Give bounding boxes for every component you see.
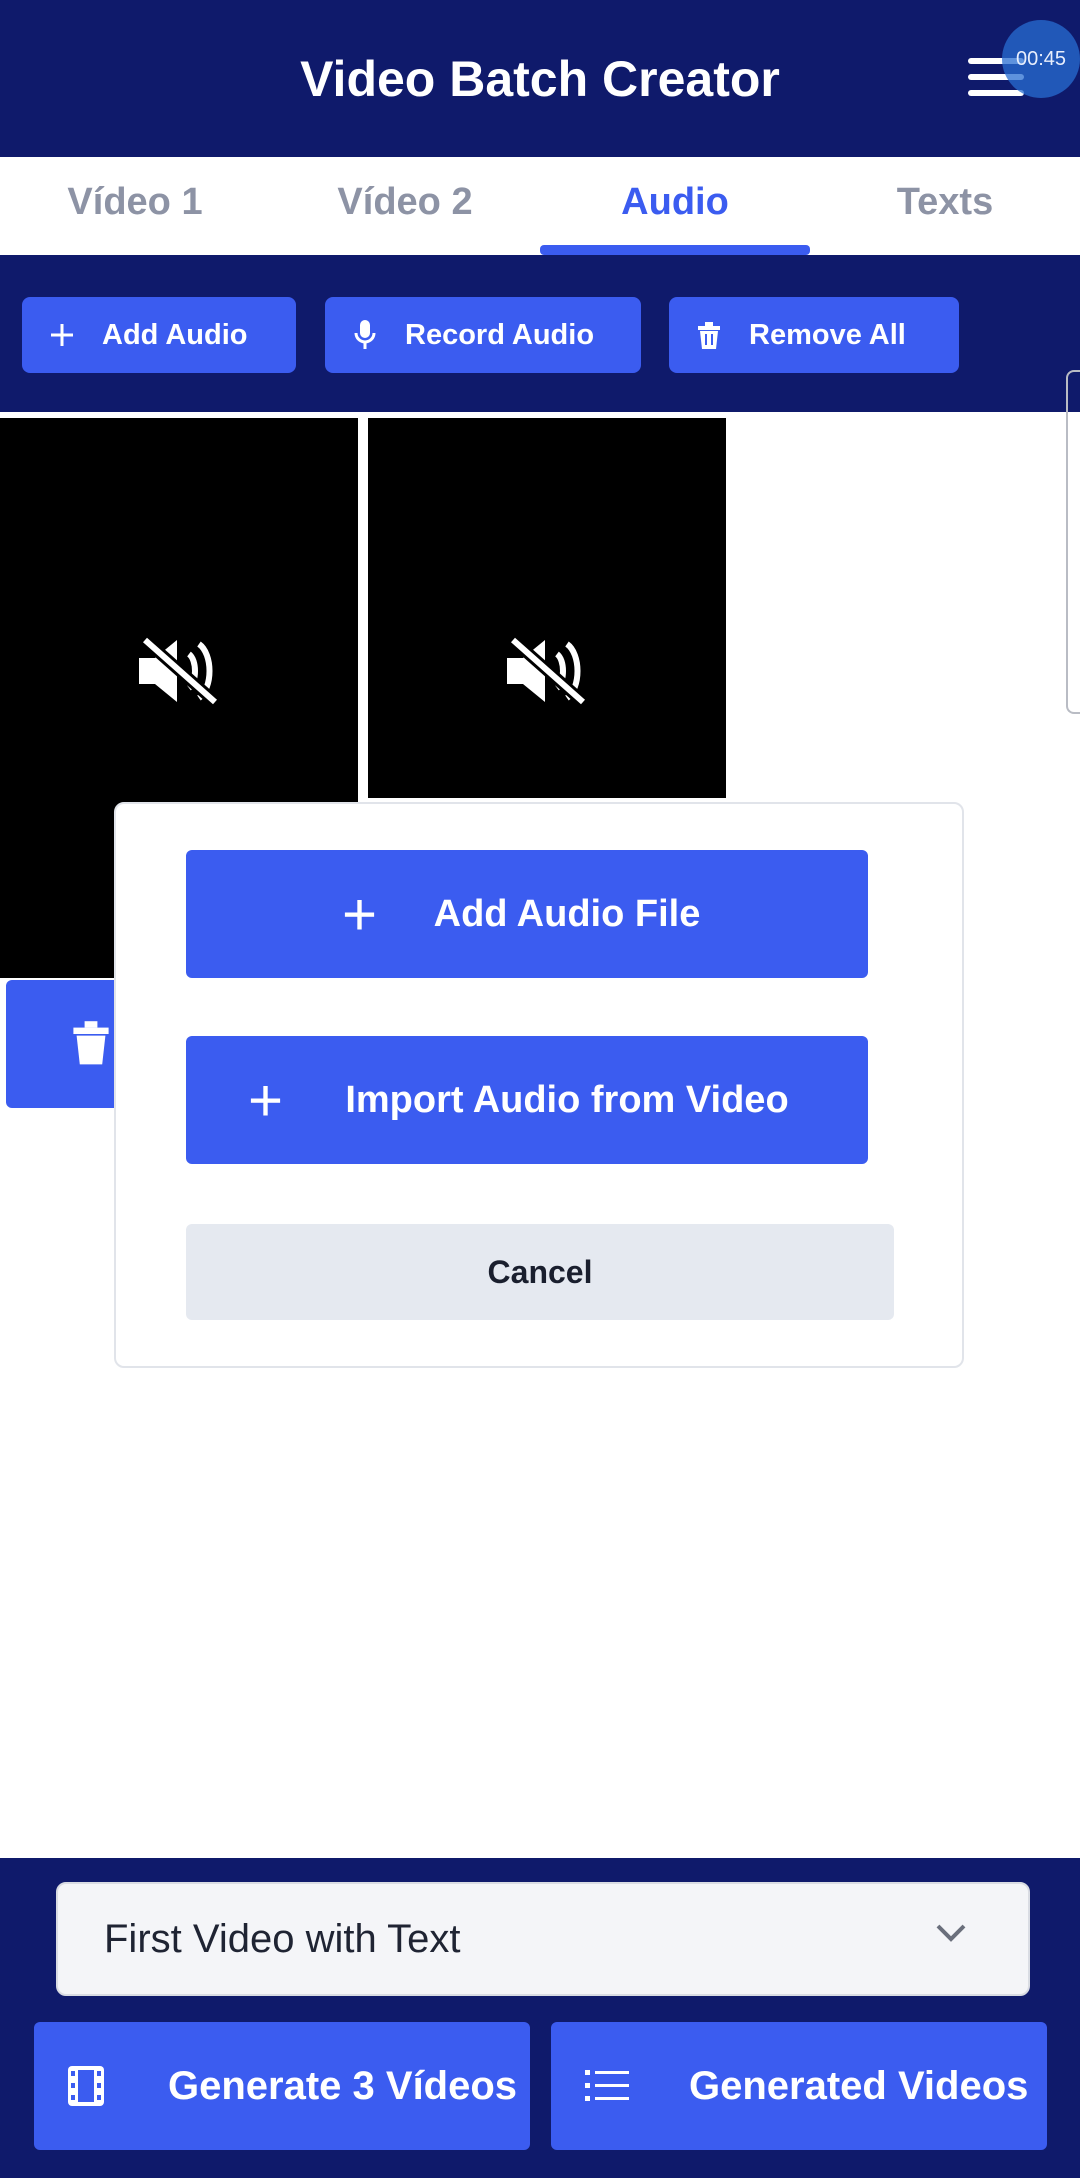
add-audio-file-button[interactable]: + Add Audio File xyxy=(186,850,868,978)
muted-speaker-icon xyxy=(139,636,219,706)
trash-icon xyxy=(73,1021,109,1065)
tab-bar: Vídeo 1 Vídeo 2 Audio Texts xyxy=(0,157,1080,263)
scrollbar[interactable] xyxy=(1066,370,1080,714)
plus-icon: + xyxy=(248,1066,284,1134)
import-audio-from-video-button[interactable]: + Import Audio from Video xyxy=(186,1036,868,1164)
app-header: Video Batch Creator 00:45 xyxy=(0,0,1080,157)
list-icon xyxy=(585,2070,629,2101)
add-audio-file-label: Add Audio File xyxy=(433,892,701,935)
remove-all-button[interactable]: Remove All xyxy=(669,297,959,373)
record-audio-label: Record Audio xyxy=(405,318,595,351)
generate-videos-label: Generate 3 Vídeos xyxy=(168,2063,518,2108)
tab-video-1[interactable]: Vídeo 1 xyxy=(0,157,270,247)
add-audio-button[interactable]: Add Audio xyxy=(22,297,296,373)
generate-videos-button[interactable]: Generate 3 Vídeos xyxy=(34,2022,530,2150)
select-value: First Video with Text xyxy=(104,1916,461,1961)
video-text-select[interactable]: First Video with Text xyxy=(56,1882,1030,1996)
plus-icon xyxy=(22,322,102,348)
tab-audio[interactable]: Audio xyxy=(540,157,810,247)
import-audio-from-video-label: Import Audio from Video xyxy=(345,1078,789,1121)
tab-texts[interactable]: Texts xyxy=(810,157,1080,247)
add-audio-dialog: + Add Audio File + Import Audio from Vid… xyxy=(114,802,964,1368)
film-icon xyxy=(68,2066,104,2106)
plus-icon: + xyxy=(342,880,378,948)
generated-videos-label: Generated Videos xyxy=(689,2063,1029,2108)
bottom-bar: First Video with Text Generate 3 Vídeos … xyxy=(0,1858,1080,2178)
record-audio-button[interactable]: Record Audio xyxy=(325,297,641,373)
app-title: Video Batch Creator xyxy=(300,50,780,107)
audio-item-2[interactable] xyxy=(368,418,726,798)
remove-all-label: Remove All xyxy=(749,318,906,351)
add-audio-label: Add Audio xyxy=(102,318,248,351)
trash-icon xyxy=(669,320,749,350)
tab-video-2[interactable]: Vídeo 2 xyxy=(270,157,540,247)
active-tab-indicator xyxy=(540,245,810,255)
muted-speaker-icon xyxy=(507,636,587,706)
microphone-icon xyxy=(325,319,405,351)
audio-toolbar: Add Audio Record Audio Remove All xyxy=(0,255,1080,412)
chevron-down-icon xyxy=(936,1924,966,1942)
generated-videos-button[interactable]: Generated Videos xyxy=(551,2022,1047,2150)
cancel-button[interactable]: Cancel xyxy=(186,1224,894,1320)
recording-timer-badge[interactable]: 00:45 xyxy=(1002,20,1080,98)
